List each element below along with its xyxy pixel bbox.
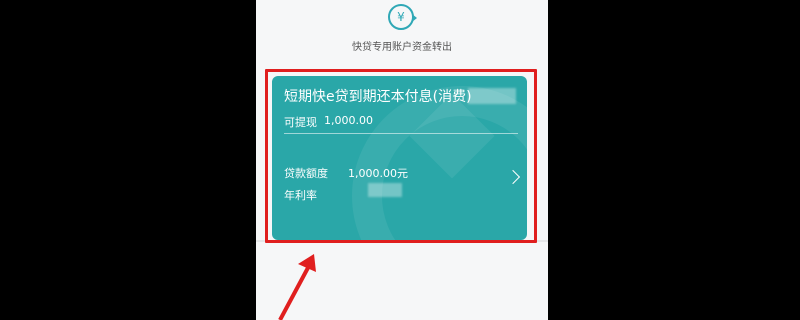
highlight-box <box>265 69 537 243</box>
red-arrow-icon <box>278 254 316 320</box>
page-subtitle: 快贷专用账户资金转出 <box>352 42 452 53</box>
yuan-transfer-icon: ¥ <box>388 4 417 30</box>
